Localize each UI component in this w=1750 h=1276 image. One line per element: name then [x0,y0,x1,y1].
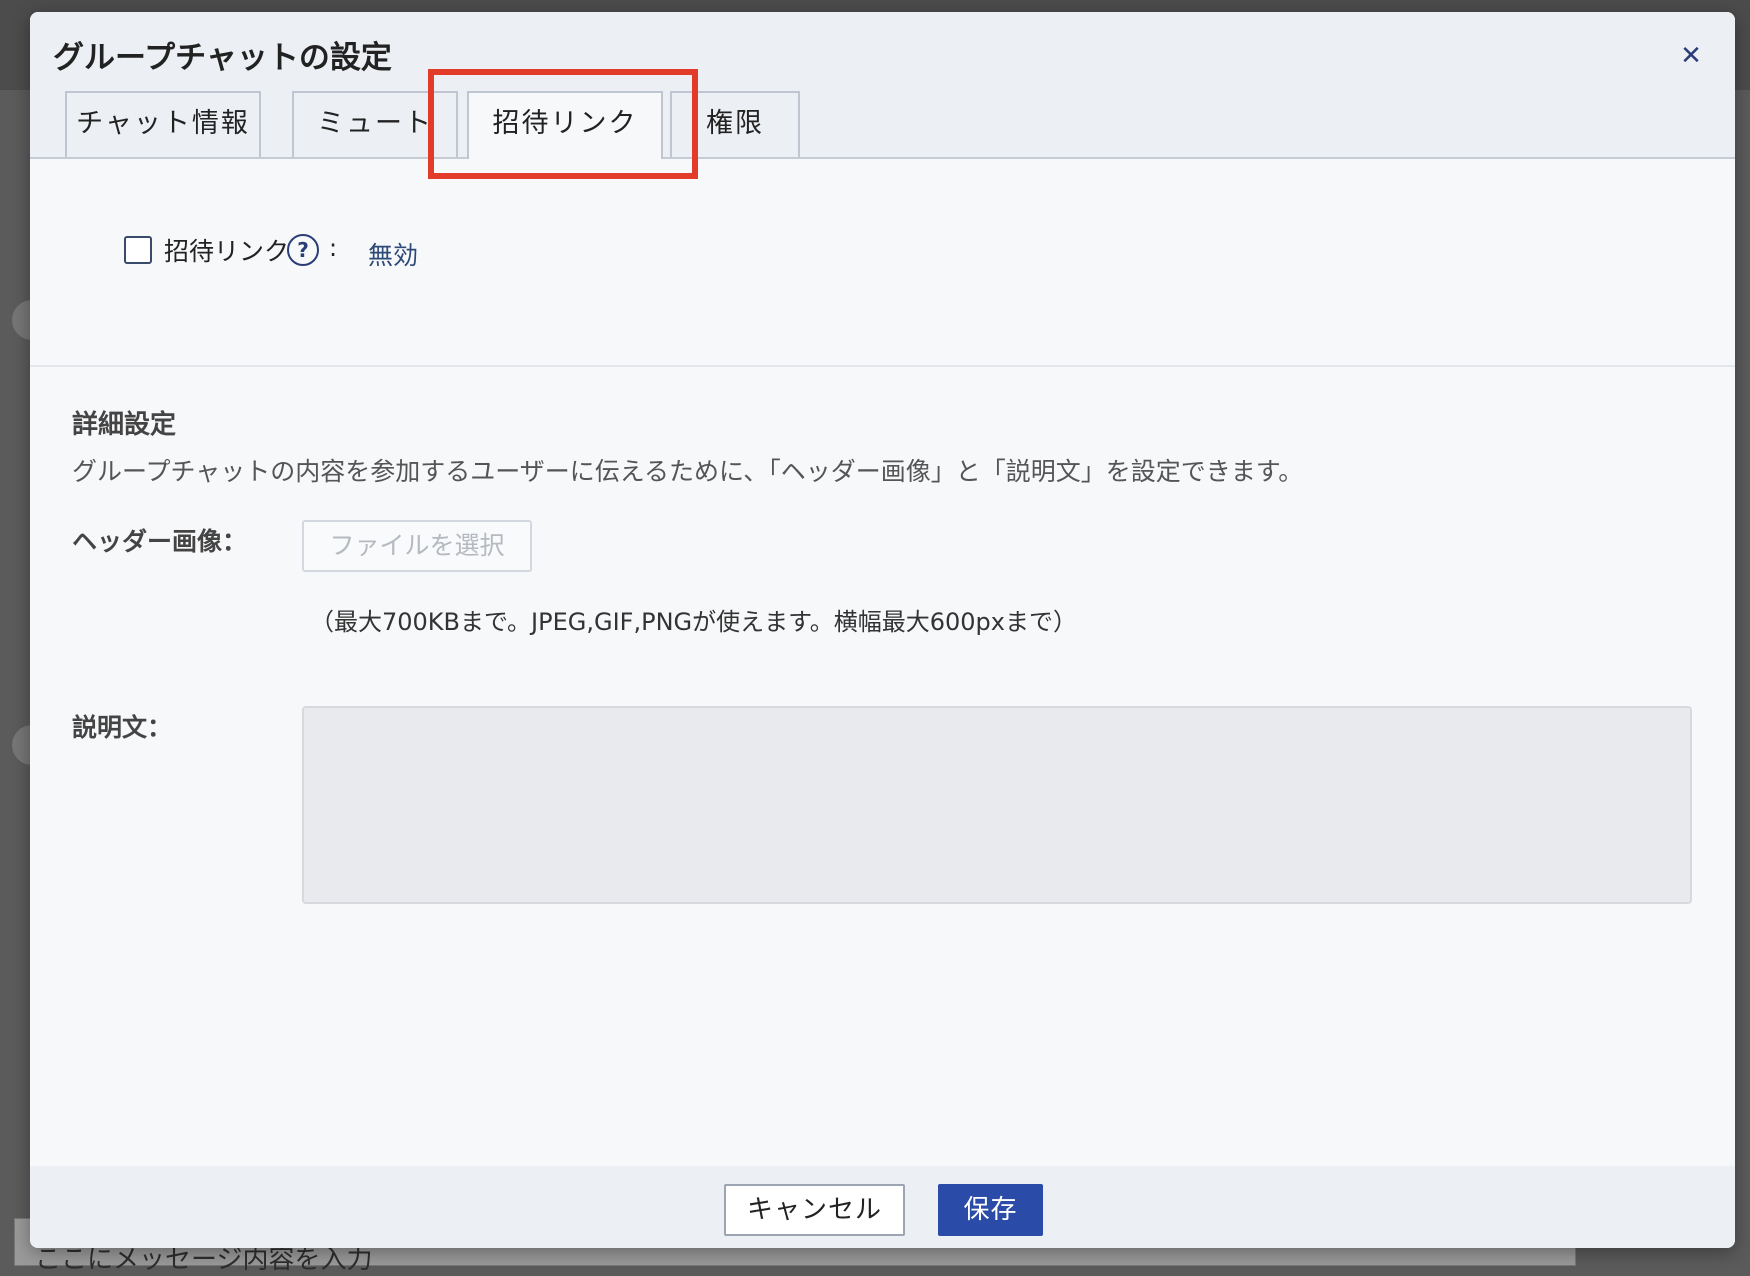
header-image-label: ヘッダー画像： [72,527,248,556]
tab-label: チャット情報 [76,108,250,139]
tab-label: ミュート [317,108,433,139]
tab-chat-info[interactable]: チャット情報 [65,91,261,157]
invite-colon: : [329,234,338,262]
question-circle-icon[interactable]: ? [287,234,319,266]
description-textarea[interactable] [302,706,1692,904]
tab-label: 権限 [706,108,764,139]
invite-link-status: 無効 [368,241,419,270]
dialog-title: グループチャットの設定 [53,40,392,76]
file-constraints-note: （最大700KBまで。JPEG,GIF,PNGが使えます。横幅最大600pxまで… [310,608,1077,636]
cancel-button[interactable]: キャンセル [724,1184,905,1236]
details-section-title: 詳細設定 [72,410,177,440]
tab-mute[interactable]: ミュート [292,91,458,157]
description-label: 説明文： [72,713,173,742]
close-icon[interactable]: ✕ [1669,34,1713,78]
dialog-header: グループチャットの設定 ✕ チャット情報 ミュート 招待リンク 権限 [30,12,1735,179]
save-button[interactable]: 保存 [938,1184,1043,1236]
tab-invite-link[interactable]: 招待リンク [467,91,663,159]
tab-label: 招待リンク [492,108,638,139]
choose-file-button[interactable]: ファイルを選択 [302,520,532,572]
section-divider [30,365,1735,367]
invite-link-label: 招待リンク [164,237,290,266]
invite-link-checkbox[interactable] [124,236,152,264]
group-chat-settings-dialog: グループチャットの設定 ✕ チャット情報 ミュート 招待リンク 権限 招待リンク… [30,12,1735,1248]
tab-permissions[interactable]: 権限 [670,91,800,157]
dialog-footer: キャンセル 保存 [30,1166,1735,1248]
details-section-description: グループチャットの内容を参加するユーザーに伝えるために、「ヘッダー画像」と「説明… [72,457,1304,486]
